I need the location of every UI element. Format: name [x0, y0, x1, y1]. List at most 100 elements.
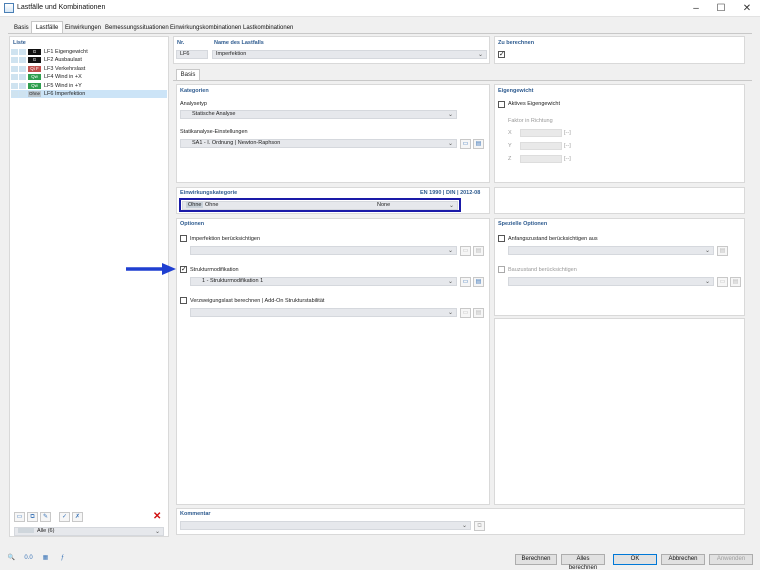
- bauzustand-checkbox[interactable]: [498, 266, 505, 273]
- anfang-select[interactable]: ⌄: [508, 246, 714, 255]
- tab-bemessungssituationen[interactable]: Bemessungssituationen: [100, 21, 174, 33]
- edit-settings-icon[interactable]: ▤: [473, 139, 484, 149]
- list-item-label: LF2 Ausbaulast: [44, 57, 82, 64]
- list-item[interactable]: Ohne LF6 Imperfektion: [11, 90, 167, 98]
- strukturmod-select[interactable]: 1 - Strukturmodifikation 1 ⌄: [190, 277, 457, 286]
- imperfektion-label: Imperfektion berücksichtigen: [190, 236, 261, 242]
- chevron-down-icon: ⌄: [447, 112, 453, 118]
- abbrechen-button[interactable]: Abbrechen: [661, 554, 705, 565]
- color-swatch: [11, 91, 18, 97]
- calc-checkbox[interactable]: [498, 50, 505, 58]
- bauzustand-select[interactable]: ⌄: [508, 277, 714, 286]
- faktor-y-input[interactable]: [520, 142, 562, 150]
- app-icon: [4, 3, 14, 13]
- chevron-down-icon: ⌄: [447, 141, 453, 147]
- delete-icon[interactable]: ✕: [153, 511, 161, 522]
- strukturmod-value: 1 - Strukturmodifikation 1: [202, 278, 264, 284]
- edit-verzweigung-icon[interactable]: ▤: [473, 308, 484, 318]
- new-imperfektion-icon[interactable]: ▭: [460, 246, 471, 256]
- copy-item-icon[interactable]: ⧉: [27, 512, 38, 522]
- optionen-title: Optionen: [180, 221, 205, 227]
- list-panel: Liste: [9, 36, 169, 537]
- new-item-icon[interactable]: ▭: [14, 512, 25, 522]
- new-verzweigung-icon[interactable]: ▭: [460, 308, 471, 318]
- minimize-button[interactable]: –: [684, 0, 708, 17]
- calc-label: Zu berechnen: [498, 40, 535, 46]
- new-settings-icon[interactable]: ▭: [460, 139, 471, 149]
- strukturmod-checkbox[interactable]: [180, 265, 187, 273]
- einwirkung-badge: Ohne: [186, 202, 204, 208]
- chevron-down-icon: ⌄: [704, 279, 710, 285]
- einwirkung-title: Einwirkungskategorie: [180, 190, 238, 196]
- anwenden-button[interactable]: Anwenden: [709, 554, 753, 565]
- kommentar-input[interactable]: ⌄: [180, 521, 471, 530]
- edit-bauzustand-icon[interactable]: ▤: [730, 277, 741, 287]
- edit-imperfektion-icon[interactable]: ▤: [473, 246, 484, 256]
- color-swatch: [11, 49, 18, 55]
- chevron-down-icon: ⌄: [447, 248, 453, 254]
- kommentar-title: Kommentar: [180, 511, 211, 517]
- new-bauzustand-icon[interactable]: ▭: [717, 277, 728, 287]
- imperfektion-checkbox[interactable]: [180, 235, 187, 242]
- tab-basis[interactable]: Basis: [9, 21, 34, 33]
- category-badge: G: [28, 49, 41, 55]
- berechnen-button[interactable]: Berechnen: [515, 554, 557, 565]
- new-strukturmod-icon[interactable]: ▭: [460, 277, 471, 287]
- kommentar-copy-icon[interactable]: ⧉: [474, 521, 485, 531]
- faktor-x-input[interactable]: [520, 129, 562, 137]
- kategorien-title: Kategorien: [180, 88, 209, 94]
- statik-select[interactable]: SA1 - I. Ordnung | Newton-Raphson ⌄: [180, 139, 457, 148]
- arrow-annotation-icon: [126, 263, 176, 275]
- category-badge: Qw: [28, 82, 41, 89]
- verzweigung-checkbox[interactable]: [180, 297, 187, 304]
- list-item[interactable]: Qw LF5 Wind in +Y: [11, 82, 167, 90]
- optionen-panel: [176, 218, 490, 505]
- category-badge: G: [28, 57, 41, 64]
- list-filter-select[interactable]: Alle (6) ⌄: [14, 527, 164, 536]
- anfang-checkbox[interactable]: [498, 235, 505, 242]
- color-swatch: [19, 49, 26, 55]
- list-item[interactable]: G LF1 Eigengewicht: [11, 48, 167, 56]
- color-swatch: [11, 82, 18, 89]
- maximize-button[interactable]: ☐: [709, 0, 733, 17]
- list-item[interactable]: Qw LF4 Wind in +X: [11, 73, 167, 81]
- tab-lastkombinationen[interactable]: Lastkombinationen: [238, 21, 298, 33]
- einwirkung-right-panel: [494, 187, 745, 214]
- uncheck-all-icon[interactable]: ✗: [72, 512, 83, 522]
- einwirkung-norm: EN 1990 | DIN | 2012-08: [420, 190, 481, 196]
- chevron-down-icon: ⌄: [447, 279, 453, 285]
- close-button[interactable]: ✕: [735, 0, 759, 17]
- color-swatch: [19, 91, 26, 97]
- edit-anfang-icon[interactable]: ▤: [717, 246, 728, 256]
- search-icon[interactable]: 🔍: [6, 554, 17, 564]
- imperfektion-select[interactable]: ⌄: [190, 246, 457, 255]
- edit-strukturmod-icon[interactable]: ▤: [473, 277, 484, 287]
- list-item[interactable]: Qi F LF3 Verkehrslast: [11, 65, 167, 73]
- analysetyp-select[interactable]: Statische Analyse ⌄: [180, 110, 457, 119]
- einwirkung-value: Ohne: [205, 202, 219, 208]
- list-item-label: LF3 Verkehrslast: [44, 65, 86, 72]
- aktiv-checkbox[interactable]: [498, 101, 505, 108]
- table-icon[interactable]: ▦: [40, 554, 51, 564]
- ok-button[interactable]: OK: [613, 554, 657, 565]
- check-all-icon[interactable]: ✓: [59, 512, 70, 522]
- tab-einwirkungskombinationen[interactable]: Einwirkungskombinationen: [165, 21, 246, 33]
- subtab-divider: [173, 80, 752, 81]
- function-icon[interactable]: ƒ: [57, 554, 68, 564]
- spezielle-empty-panel: [494, 318, 745, 505]
- color-swatch: [11, 57, 18, 64]
- axis-z-label: Z: [508, 156, 512, 162]
- faktor-z-input[interactable]: [520, 155, 562, 163]
- alles-berechnen-button[interactable]: Alles berechnen: [561, 554, 605, 570]
- name-field[interactable]: Imperfektion ⌄: [212, 50, 487, 59]
- units-icon[interactable]: 0.0: [23, 554, 34, 564]
- rename-item-icon[interactable]: ✎: [40, 512, 51, 522]
- einwirkung-select[interactable]: Ohne Ohne None ⌄: [182, 201, 458, 210]
- list-item[interactable]: G LF2 Ausbaulast: [11, 56, 167, 64]
- verzweigung-select[interactable]: ⌄: [190, 308, 457, 317]
- nr-field[interactable]: LF6: [176, 50, 208, 59]
- color-swatch: [19, 82, 26, 89]
- color-swatch: [11, 74, 18, 81]
- chevron-down-icon: ⌄: [704, 248, 710, 254]
- color-swatch: [19, 74, 26, 81]
